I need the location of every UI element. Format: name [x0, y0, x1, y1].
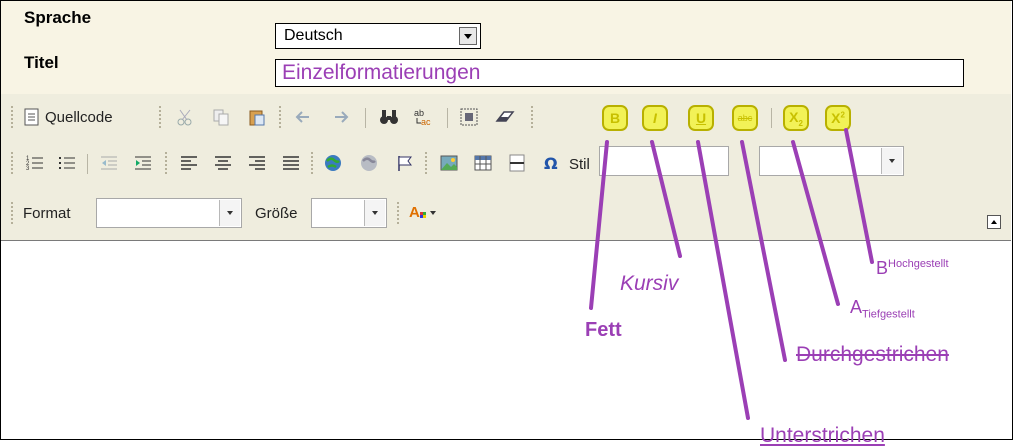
subscript-pointer-line [791, 140, 840, 306]
annotation-strikethrough: Durchgestrichen [796, 343, 949, 366]
underline-pointer-line [696, 140, 750, 420]
annotation-superscript: BHochgestellt [876, 258, 949, 278]
annotation-underline: Unterstrichen [760, 424, 885, 447]
superscript-pointer-line [844, 128, 874, 264]
annotation-lines [589, 128, 874, 420]
bold-pointer-line [589, 140, 609, 310]
annotation-bold: Fett [585, 319, 622, 341]
annotation-italic: Kursiv [620, 272, 679, 295]
strike-pointer-line [740, 140, 787, 362]
annotation-subscript: ATiefgestellt [850, 297, 915, 321]
italic-pointer-line [650, 140, 682, 258]
